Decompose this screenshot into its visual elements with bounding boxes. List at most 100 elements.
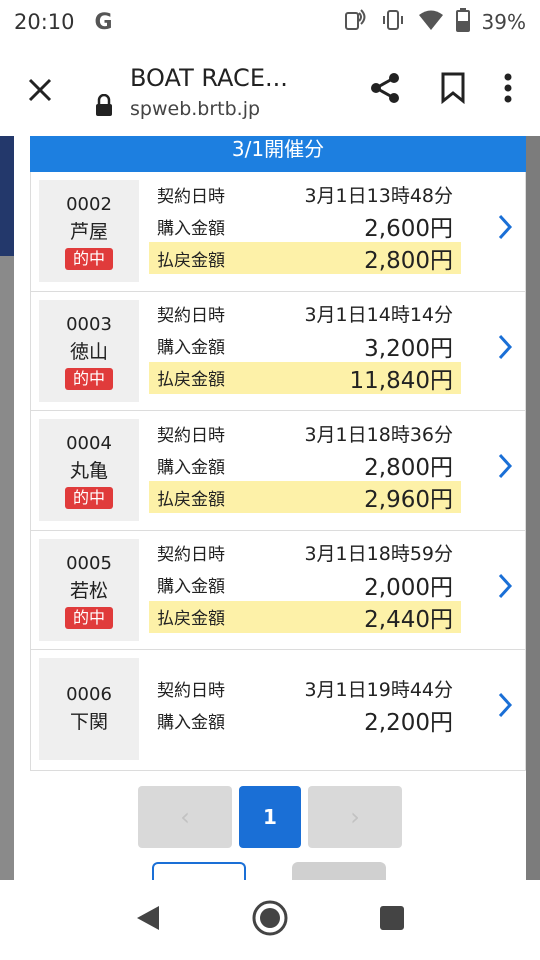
- purchase-value: 2,000円: [364, 574, 453, 601]
- stadium-name: 芦屋: [69, 221, 108, 243]
- more-menu-button[interactable]: [504, 73, 512, 107]
- purchase-row: 購入金額 2,600円: [149, 210, 461, 242]
- contract-time-row: 契約日時 3月1日19時44分: [149, 672, 461, 704]
- url-area[interactable]: BOAT RACE... spweb.brtb.jp: [80, 60, 368, 120]
- purchase-label: 購入金額: [157, 338, 225, 358]
- contract-time-row: 契約日時 3月1日13時48分: [149, 178, 461, 210]
- contract-time-label: 契約日時: [157, 306, 225, 326]
- purchase-row: 購入金額 2,000円: [149, 569, 461, 601]
- bet-number: 0005: [66, 552, 112, 574]
- background-edge: [0, 136, 14, 256]
- purchase-value: 3,200円: [364, 335, 453, 362]
- status-time: 20:10: [14, 10, 75, 34]
- bet-card[interactable]: 0003 徳山 的中 契約日時 3月1日14時14分 購入金額 3,200円 払戻金…: [31, 291, 525, 411]
- chevron-right-icon: [498, 692, 513, 718]
- stadium-box: 0005 若松 的中: [39, 538, 139, 641]
- bet-card[interactable]: 0006 下関 契約日時 3月1日19時44分 購入金額 2,200円: [31, 650, 525, 770]
- payout-row: 払戻金額 11,840円: [149, 361, 461, 394]
- recents-square-icon: [380, 906, 404, 930]
- contract-time-row: 契約日時 3月1日14時14分: [149, 298, 461, 330]
- purchase-label: 購入金額: [157, 218, 225, 239]
- page-url: spweb.brtb.jp: [130, 98, 261, 120]
- bookmark-button[interactable]: [440, 72, 466, 108]
- bet-history-modal: 3/1開催分 0002 芦屋 的中 契約日時 3月1日13時48分 購入金額 2,6…: [14, 136, 526, 902]
- stadium-name: 徳山: [69, 340, 108, 363]
- bet-number: 0003: [66, 313, 112, 335]
- chevron-right-icon: [498, 453, 513, 479]
- hit-badge: 的中: [64, 367, 113, 390]
- purchase-row: 購入金額 2,200円: [149, 704, 461, 736]
- chevron-right-icon: [498, 334, 513, 359]
- hit-badge: 的中: [64, 487, 113, 509]
- share-icon: [371, 73, 399, 103]
- purchase-value: 2,600円: [364, 216, 453, 242]
- contract-time-value: 3月1日13時48分: [304, 184, 453, 207]
- stadium-box: 0006 下関: [39, 658, 139, 760]
- lock-icon: [94, 93, 114, 120]
- more-vert-icon: [504, 73, 512, 103]
- bet-number: 0006: [66, 684, 112, 705]
- purchase-label: 購入金額: [157, 712, 225, 733]
- prev-page-button[interactable]: ‹: [138, 786, 232, 848]
- stadium-box: 0003 徳山 的中: [39, 299, 139, 402]
- nfc-icon: [342, 7, 368, 37]
- contract-time-label: 契約日時: [157, 680, 225, 701]
- next-page-button[interactable]: ›: [308, 786, 402, 848]
- system-nav-bar: [0, 880, 540, 960]
- chevron-right-icon: [498, 214, 513, 240]
- share-button[interactable]: [368, 71, 402, 109]
- contract-time-label: 契約日時: [157, 425, 225, 446]
- purchase-row: 購入金額 3,200円: [149, 330, 461, 362]
- close-button[interactable]: [0, 44, 80, 136]
- purchase-label: 購入金額: [157, 457, 225, 478]
- bet-card[interactable]: 0004 丸亀 的中 契約日時 3月1日18時36分 購入金額 2,800円 払戻金…: [31, 411, 525, 531]
- payout-value: 2,440円: [364, 606, 453, 633]
- hit-badge: 的中: [64, 606, 113, 629]
- payout-row: 払戻金額 2,960円: [149, 481, 461, 513]
- home-circle-icon: [252, 900, 288, 936]
- close-icon: [28, 78, 52, 102]
- payout-label: 払戻金額: [157, 489, 225, 510]
- bet-card[interactable]: 0005 若松 的中 契約日時 3月1日18時59分 購入金額 2,000円 払戻金…: [31, 530, 525, 650]
- back-button[interactable]: [135, 904, 161, 936]
- stadium-name: 下関: [69, 711, 108, 733]
- section-header: 3/1開催分: [30, 136, 526, 172]
- purchase-label: 購入金額: [157, 577, 225, 597]
- contract-time-label: 契約日時: [157, 186, 225, 207]
- payout-label: 払戻金額: [157, 609, 225, 629]
- status-bar: 20:10 G 39%: [0, 0, 540, 44]
- contract-time-value: 3月1日18時59分: [304, 543, 453, 565]
- page-title: BOAT RACE...: [130, 64, 288, 92]
- bet-list: 0002 芦屋 的中 契約日時 3月1日13時48分 購入金額 2,600円 払戻金…: [30, 172, 526, 771]
- purchase-row: 購入金額 2,800円: [149, 449, 461, 481]
- bet-number: 0004: [66, 433, 112, 454]
- chevron-right-icon: [498, 573, 513, 598]
- wifi-icon: [418, 9, 444, 35]
- purchase-value: 2,800円: [364, 455, 453, 481]
- browser-toolbar: BOAT RACE... spweb.brtb.jp: [0, 44, 540, 136]
- home-button[interactable]: [251, 899, 289, 941]
- hit-badge: 的中: [64, 248, 113, 270]
- contract-time-value: 3月1日19時44分: [304, 678, 453, 701]
- contract-time-value: 3月1日18時36分: [304, 423, 453, 446]
- battery-percent: 39%: [481, 10, 526, 34]
- contract-time-row: 契約日時 3月1日18時36分: [149, 417, 461, 449]
- stadium-name: 若松: [69, 579, 108, 602]
- pagination: ‹ 1 ›: [138, 786, 402, 848]
- payout-row: 払戻金額 2,440円: [149, 600, 461, 633]
- vibrate-icon: [380, 7, 406, 37]
- payout-value: 2,960円: [364, 487, 453, 513]
- contract-time-label: 契約日時: [157, 545, 225, 565]
- battery-icon: [455, 8, 470, 36]
- google-icon: G: [94, 9, 113, 35]
- contract-time-value: 3月1日14時14分: [304, 304, 453, 326]
- bet-card[interactable]: 0002 芦屋 的中 契約日時 3月1日13時48分 購入金額 2,600円 払戻金…: [31, 172, 525, 292]
- payout-row: 払戻金額 2,800円: [149, 242, 461, 274]
- back-triangle-icon: [137, 906, 159, 930]
- stadium-name: 丸亀: [69, 460, 108, 482]
- purchase-value: 2,200円: [364, 710, 453, 736]
- stadium-box: 0002 芦屋 的中: [39, 180, 139, 282]
- background-edge-right: [526, 136, 540, 880]
- current-page-button[interactable]: 1: [239, 786, 301, 848]
- recents-button[interactable]: [379, 905, 405, 935]
